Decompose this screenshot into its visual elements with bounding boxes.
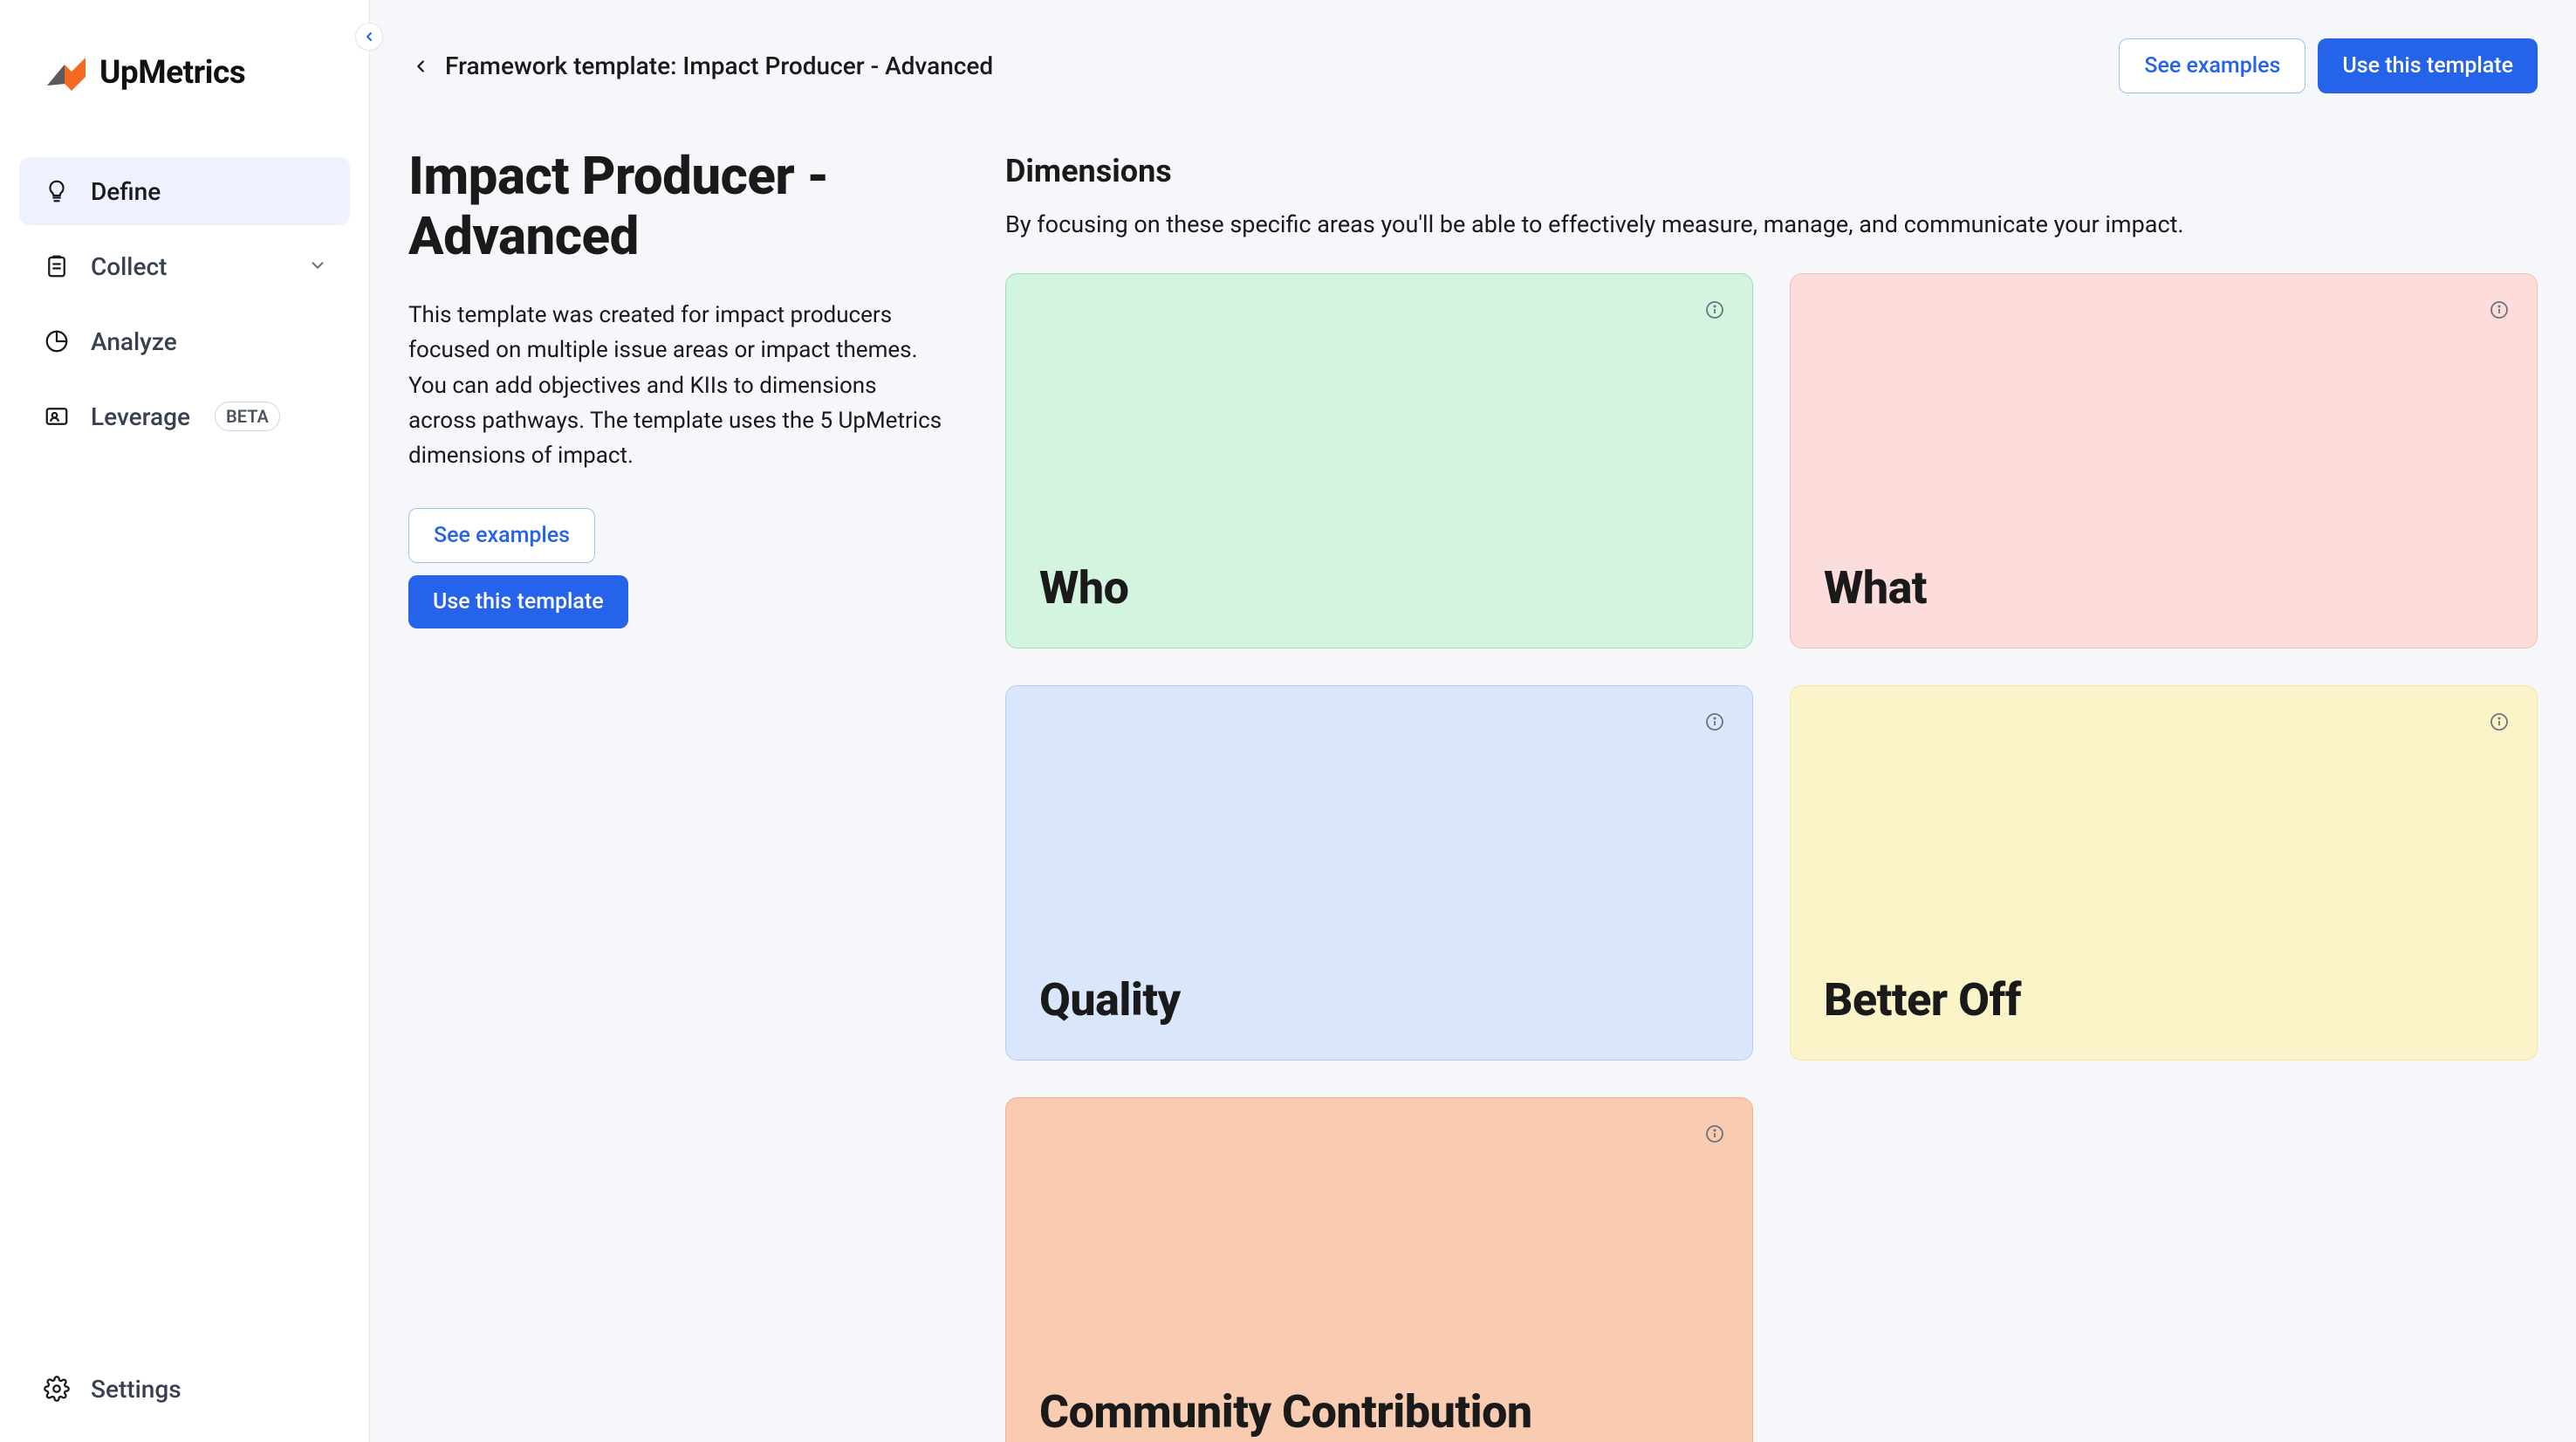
dimension-card-title: What bbox=[1824, 561, 2504, 615]
page-title: Impact Producer - Advanced bbox=[408, 146, 949, 266]
dimension-card-what[interactable]: What bbox=[1790, 273, 2538, 649]
sidebar-item-settings[interactable]: Settings bbox=[19, 1355, 350, 1423]
sidebar-item-label: Analyze bbox=[91, 327, 177, 356]
piechart-icon bbox=[42, 326, 72, 356]
dimension-card-betteroff[interactable]: Better Off bbox=[1790, 685, 2538, 1061]
top-buttons: See examples Use this template bbox=[2119, 38, 2538, 93]
info-icon[interactable] bbox=[2488, 299, 2511, 321]
chevron-left-icon bbox=[362, 30, 376, 44]
sidebar: UpMetrics Define Collect bbox=[0, 0, 370, 1442]
sidebar-item-label: Collect bbox=[91, 252, 167, 281]
logo-mark-icon bbox=[44, 51, 87, 94]
back-button[interactable] bbox=[408, 54, 433, 79]
dimension-cards: Who What Quality bbox=[1005, 273, 2538, 1442]
info-icon[interactable] bbox=[1703, 299, 1726, 321]
breadcrumb: Framework template: Impact Producer - Ad… bbox=[445, 52, 993, 80]
nav: Define Collect Analyze bbox=[19, 157, 350, 1355]
dimensions-description: By focusing on these specific areas you'… bbox=[1005, 210, 2538, 238]
chevron-left-icon bbox=[411, 57, 430, 76]
sidebar-item-label: Leverage bbox=[91, 402, 190, 431]
logo[interactable]: UpMetrics bbox=[19, 31, 350, 157]
topbar: Framework template: Impact Producer - Ad… bbox=[408, 38, 2538, 93]
app-root: UpMetrics Define Collect bbox=[0, 0, 2576, 1442]
sidebar-item-collect[interactable]: Collect bbox=[19, 232, 350, 300]
page-description: This template was created for impact pro… bbox=[408, 298, 949, 473]
info-icon[interactable] bbox=[1703, 1123, 1726, 1145]
see-examples-button-top[interactable]: See examples bbox=[2119, 38, 2305, 93]
sidebar-item-analyze[interactable]: Analyze bbox=[19, 307, 350, 375]
main: Framework template: Impact Producer - Ad… bbox=[370, 0, 2576, 1442]
person-badge-icon bbox=[42, 402, 72, 431]
dimension-card-quality[interactable]: Quality bbox=[1005, 685, 1753, 1061]
dimension-card-who[interactable]: Who bbox=[1005, 273, 1753, 649]
right-column: Dimensions By focusing on these specific… bbox=[1005, 146, 2538, 1442]
dimension-card-title: Who bbox=[1039, 561, 1719, 615]
dimension-card-title: Quality bbox=[1039, 973, 1719, 1027]
dimension-card-contribution[interactable]: Community Contribution bbox=[1005, 1097, 1753, 1442]
collapse-sidebar-button[interactable] bbox=[355, 23, 383, 51]
dimension-card-title: Community Contribution bbox=[1039, 1385, 1719, 1439]
sidebar-item-label: Define bbox=[91, 177, 161, 206]
info-icon[interactable] bbox=[1703, 711, 1726, 733]
info-icon[interactable] bbox=[2488, 711, 2511, 733]
lightbulb-icon bbox=[42, 176, 72, 206]
dimension-card-title: Better Off bbox=[1824, 973, 2504, 1027]
use-template-button[interactable]: Use this template bbox=[408, 575, 628, 628]
dimensions-title: Dimensions bbox=[1005, 153, 2538, 189]
chevron-down-icon bbox=[308, 252, 327, 281]
sidebar-item-define[interactable]: Define bbox=[19, 157, 350, 225]
content: Impact Producer - Advanced This template… bbox=[408, 146, 2538, 1442]
logo-text: UpMetrics bbox=[99, 54, 245, 92]
gear-icon bbox=[42, 1374, 72, 1404]
left-column: Impact Producer - Advanced This template… bbox=[408, 146, 949, 1442]
beta-badge: BETA bbox=[215, 402, 280, 431]
see-examples-button[interactable]: See examples bbox=[408, 508, 595, 563]
sidebar-item-leverage[interactable]: Leverage BETA bbox=[19, 382, 350, 450]
sidebar-item-label: Settings bbox=[91, 1375, 182, 1404]
clipboard-icon bbox=[42, 251, 72, 281]
left-buttons: See examples Use this template bbox=[408, 508, 949, 628]
use-template-button-top[interactable]: Use this template bbox=[2318, 38, 2538, 93]
